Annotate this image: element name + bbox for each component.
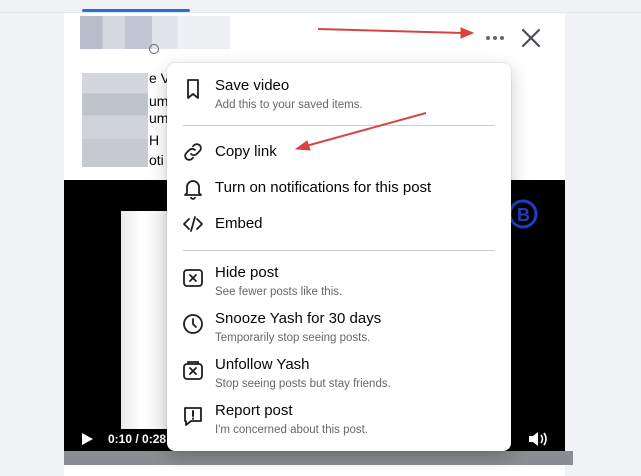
play-icon[interactable] [80,432,94,446]
menu-item-report[interactable]: Report post I'm concerned about this pos… [167,402,511,438]
menu-item-embed[interactable]: Embed [167,215,511,239]
menu-item-subtitle: Add this to your saved items. [215,99,363,111]
channel-logo-icon: B [508,199,538,229]
bookmark-icon [187,79,199,99]
more-dot [493,36,497,40]
menu-item-title: Save video [215,77,290,94]
menu-item-snooze[interactable]: Snooze Yash for 30 days Temporarily stop… [167,310,511,346]
menu-item-title: Copy link [215,143,277,160]
menu-item-title: Unfollow Yash [215,356,310,373]
more-horizontal-icon [486,36,490,40]
menu-divider [183,250,495,251]
unfollow-icon [183,361,203,380]
report-icon [184,407,202,426]
globe-icon [149,44,159,54]
post-text-fragment: H [149,132,160,148]
video-frame [121,211,171,429]
bell-icon [184,180,202,200]
hide-box-icon [183,269,203,287]
menu-item-copy-link[interactable]: Copy link [167,143,511,167]
menu-item-hide-post[interactable]: Hide post See fewer posts like this. [167,264,511,300]
post-footer [64,465,565,476]
svg-text:B: B [517,205,530,225]
post-text-fragment: oti [149,152,164,168]
video-scrubber[interactable] [64,451,573,465]
link-icon [184,143,202,161]
clock-icon [183,314,203,334]
menu-item-title: Report post [215,402,293,419]
more-options-button[interactable] [480,24,510,52]
menu-divider [183,125,495,126]
menu-item-title: Embed [215,215,263,232]
post-text-fragment: um [149,110,169,126]
menu-item-title: Hide post [215,264,279,281]
menu-item-subtitle: Temporarily stop seeing posts. [215,332,371,344]
menu-item-save-video[interactable]: Save video Add this to your saved items. [167,77,511,113]
code-icon [183,216,203,232]
close-icon [521,28,541,48]
menu-item-subtitle: Stop seeing posts but stay friends. [215,378,391,390]
active-tab-indicator [82,9,190,12]
more-dot [500,36,504,40]
close-button[interactable] [518,25,544,51]
menu-item-subtitle: See fewer posts like this. [215,286,343,298]
post-options-menu: Save video Add this to your saved items.… [167,63,511,451]
menu-item-subtitle: I'm concerned about this post. [215,424,369,436]
video-time: 0:10 / 0:28 [108,432,167,446]
menu-item-title: Snooze Yash for 30 days [215,310,382,327]
post-text-fragment: um [149,93,169,109]
menu-item-notifications[interactable]: Turn on notifications for this post [167,179,511,203]
menu-item-title: Turn on notifications for this post [215,179,432,196]
blurred-post-text [82,73,148,167]
volume-icon[interactable] [528,430,550,448]
menu-item-unfollow[interactable]: Unfollow Yash Stop seeing posts but stay… [167,356,511,392]
